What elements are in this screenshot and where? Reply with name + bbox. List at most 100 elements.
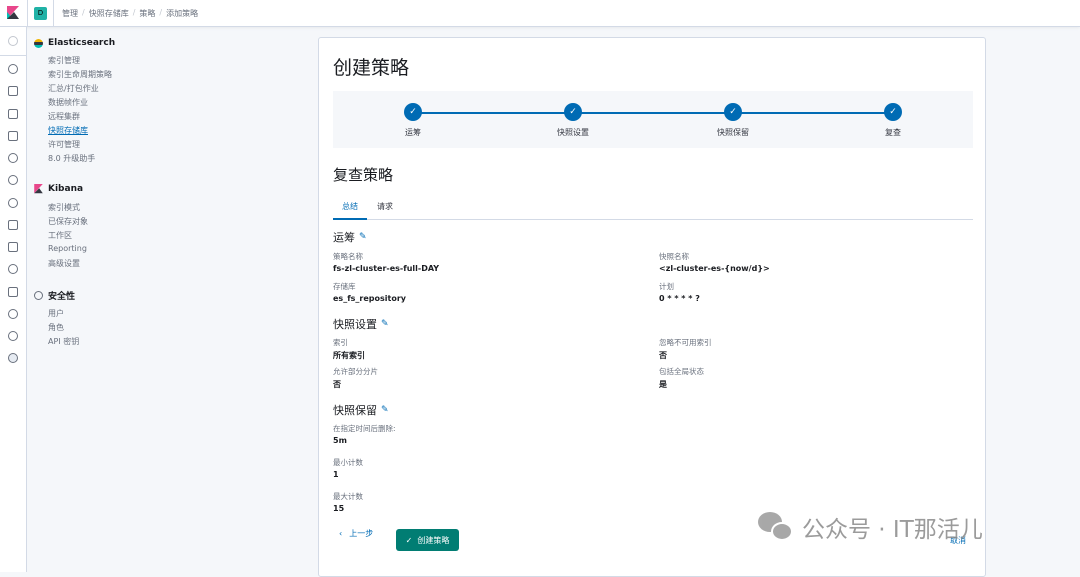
kibana-logo-icon[interactable] [7, 6, 19, 20]
review-title: 复查策略 [333, 166, 394, 184]
tab-summary[interactable]: 总结 [333, 201, 367, 220]
breadcrumb-item[interactable]: 策略 [139, 8, 155, 19]
sidebar-item-license[interactable]: 许可管理 [48, 139, 80, 150]
check-icon: ✓ [724, 103, 742, 121]
step-label: 快照保留 [717, 128, 749, 137]
field-label: 快照名称 [659, 252, 689, 261]
field-value: 所有索引 [333, 351, 365, 360]
logs-icon[interactable] [8, 220, 18, 230]
pencil-icon[interactable]: ✎ [359, 232, 367, 242]
section-title: Elasticsearch [48, 38, 116, 48]
kibana-icon [34, 184, 43, 194]
breadcrumb-separator: / [159, 8, 163, 17]
visualize-icon[interactable] [8, 86, 18, 96]
sidebar-item-index-patterns[interactable]: 索引模式 [48, 202, 80, 213]
chevron-left-icon: ‹ [339, 529, 343, 538]
siem-icon[interactable] [8, 287, 18, 297]
step-review[interactable]: ✓ 复查 [853, 103, 933, 138]
check-icon: ✓ [404, 103, 422, 121]
field-label: 忽略不可用索引 [659, 338, 712, 347]
field-label: 允许部分分片 [333, 367, 378, 376]
field-value: 否 [659, 351, 667, 360]
discover-icon[interactable] [8, 64, 18, 74]
sidebar-section-security: 安全性 [34, 289, 75, 302]
canvas-icon[interactable] [8, 131, 18, 141]
field-label: 索引 [333, 338, 348, 347]
wechat-icon [758, 512, 794, 542]
clock-icon[interactable] [8, 36, 18, 46]
field-value: fs-zl-cluster-es-full-DAY [333, 264, 440, 273]
breadcrumb-separator: / [132, 8, 136, 17]
pencil-icon[interactable]: ✎ [381, 405, 389, 415]
step-settings[interactable]: ✓ 快照设置 [533, 103, 613, 138]
infra-icon[interactable] [8, 198, 18, 208]
heading-text: 运筹 [333, 231, 355, 244]
step-label: 运筹 [405, 128, 421, 137]
maps-icon[interactable] [8, 153, 18, 163]
section-title: 安全性 [48, 292, 76, 302]
tabs: 总结 请求 [333, 198, 973, 220]
sidebar-item-saved-objects[interactable]: 已保存对象 [48, 216, 88, 227]
field-label: 存储库 [333, 282, 356, 291]
breadcrumb-separator: / [82, 8, 85, 17]
sidebar-item-ilm[interactable]: 索引生命周期策略 [48, 69, 112, 80]
divider [0, 55, 27, 56]
nav-rail [0, 27, 27, 572]
stepper-line [413, 112, 893, 114]
uptime-icon[interactable] [8, 264, 18, 274]
create-policy-panel: 创建策略 ✓ 运筹 ✓ 快照设置 ✓ 快照保留 ✓ 复查 复查策略 总结 请求 运筹 ✎ … [318, 37, 986, 577]
sidebar-item-api-keys[interactable]: API 密钥 [48, 336, 79, 347]
sidebar-item-reporting[interactable]: Reporting [48, 244, 87, 253]
field-value: <zl-cluster-es-{now/d}> [659, 264, 770, 273]
sidebar-item-transforms[interactable]: 数据帧作业 [48, 97, 88, 108]
check-icon: ✓ [884, 103, 902, 121]
pencil-icon[interactable]: ✎ [381, 319, 389, 329]
sidebar-section-kibana: Kibana [34, 184, 83, 194]
page-title: 创建策略 [333, 57, 410, 79]
sidebar-item-index-management[interactable]: 索引管理 [48, 55, 80, 66]
field-value: 5m [333, 436, 347, 445]
sidebar-item-upgrade[interactable]: 8.0 升级助手 [48, 153, 95, 164]
check-icon: ✓ [564, 103, 582, 121]
step-retention[interactable]: ✓ 快照保留 [693, 103, 773, 138]
management-icon[interactable] [8, 353, 18, 363]
step-logistics[interactable]: ✓ 运筹 [373, 103, 453, 138]
create-policy-button[interactable]: ✓ 创建策略 [396, 529, 459, 551]
field-value: 15 [333, 504, 345, 513]
sidebar-item-spaces[interactable]: 工作区 [48, 230, 72, 241]
previous-button[interactable]: ‹ 上一步 [339, 528, 373, 539]
sidebar-item-snapshot-repos[interactable]: 快照存储库 [48, 125, 88, 136]
sidebar-item-remote-clusters[interactable]: 远程集群 [48, 111, 80, 122]
sidebar-item-users[interactable]: 用户 [48, 308, 64, 319]
breadcrumb-item[interactable]: 快照存储库 [89, 8, 129, 19]
devtools-icon[interactable] [8, 309, 18, 319]
check-icon: ✓ [405, 535, 413, 545]
breadcrumb-item: 添加策略 [166, 9, 199, 18]
field-label: 策略名称 [333, 252, 363, 261]
ml-icon[interactable] [8, 175, 18, 185]
dashboard-icon[interactable] [8, 109, 18, 119]
field-label: 最小计数 [333, 458, 363, 467]
heading-text: 快照设置 [333, 318, 377, 331]
sidebar-item-rollup[interactable]: 汇总/打包作业 [48, 83, 99, 94]
field-value: 0 * * * * ? [659, 294, 700, 303]
logistics-heading: 运筹 ✎ [333, 229, 367, 245]
stepper: ✓ 运筹 ✓ 快照设置 ✓ 快照保留 ✓ 复查 [333, 91, 973, 148]
space-avatar[interactable]: D [34, 7, 47, 20]
field-label: 包括全局状态 [659, 367, 704, 376]
top-bar: D 管理 / 快照存储库 / 策略 / 添加策略 [0, 0, 1080, 27]
divider [27, 0, 28, 27]
field-label: 在指定时间后删除: [333, 424, 396, 433]
button-label: 创建策略 [417, 535, 450, 545]
apm-icon[interactable] [8, 242, 18, 252]
step-label: 快照设置 [557, 128, 589, 137]
breadcrumb-item[interactable]: 管理 [62, 8, 78, 19]
tab-request[interactable]: 请求 [377, 201, 393, 220]
field-value: 1 [333, 470, 339, 479]
sidebar-item-roles[interactable]: 角色 [48, 322, 64, 333]
sidebar-item-advanced-settings[interactable]: 高级设置 [48, 258, 80, 269]
sidebar-section-elasticsearch: Elasticsearch [34, 38, 115, 48]
button-label: 上一步 [349, 529, 374, 538]
monitoring-icon[interactable] [8, 331, 18, 341]
field-value: 是 [659, 380, 667, 389]
